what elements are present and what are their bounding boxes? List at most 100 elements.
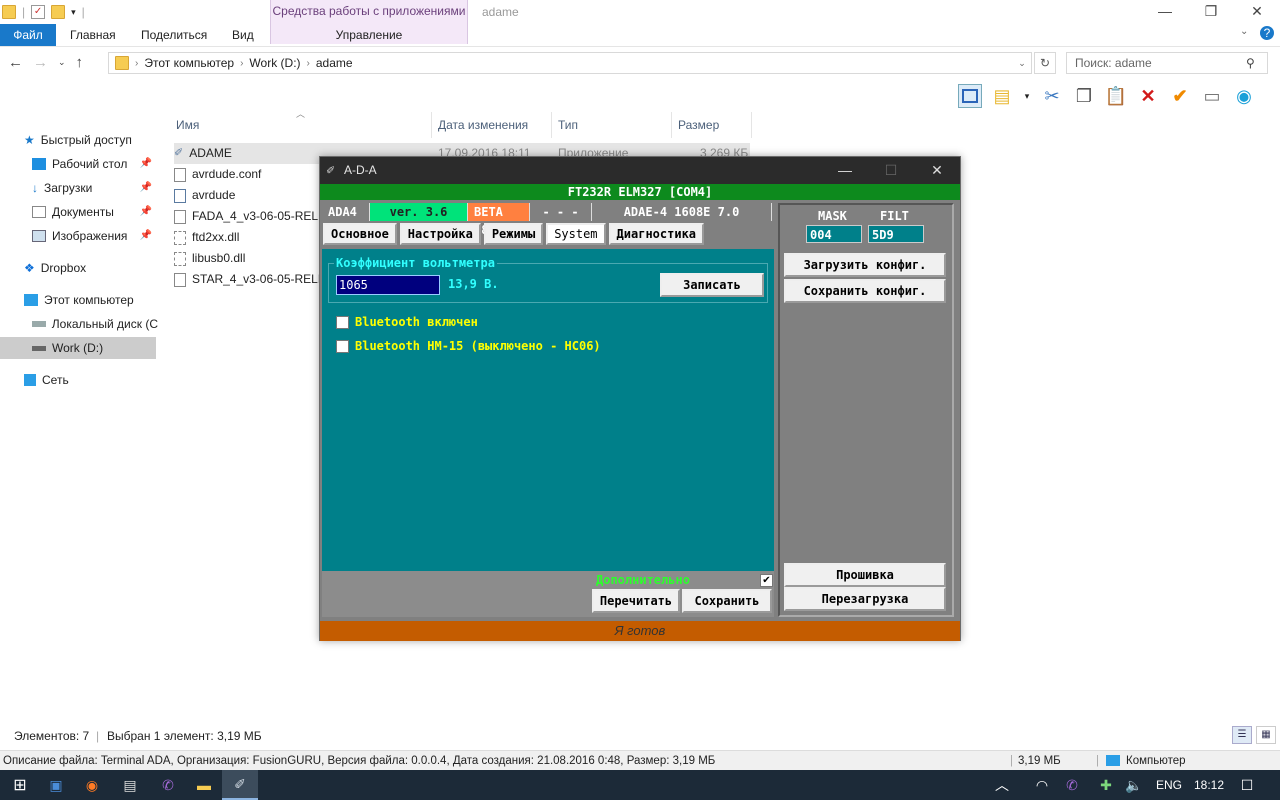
new-folder-icon[interactable] xyxy=(51,5,66,19)
checkbox-box[interactable] xyxy=(336,339,349,353)
viber-icon[interactable]: ✆ xyxy=(150,770,186,800)
delete-icon[interactable]: ✕ xyxy=(1136,84,1160,108)
tab-manage[interactable]: Управление xyxy=(271,28,467,42)
nav-item-desktop[interactable]: Рабочий стол 📌 xyxy=(32,153,158,175)
copy-icon[interactable]: ❐ xyxy=(1072,84,1096,108)
rename-icon[interactable]: ▭ xyxy=(1200,84,1224,108)
ribbon-expand-icon[interactable]: ⌄ xyxy=(1240,26,1248,37)
qat-dropdown-icon[interactable]: ▾ xyxy=(71,7,76,18)
details-view-icon[interactable]: ☰ xyxy=(1232,726,1252,744)
load-config-button[interactable]: Загрузить конфиг. xyxy=(784,253,946,277)
nav-item-local-disk[interactable]: Локальный диск (C xyxy=(32,313,158,335)
reboot-button[interactable]: Перезагрузка xyxy=(784,587,946,611)
nav-item-pictures[interactable]: Изображения 📌 xyxy=(32,225,158,247)
file-name: FADA_4_v3-06-05-RELE xyxy=(192,209,327,223)
tab-view[interactable]: Вид xyxy=(232,24,254,46)
address-dropdown-icon[interactable]: ⌄ xyxy=(1012,52,1032,74)
write-button[interactable]: Записать xyxy=(660,273,764,297)
tiles-view-icon[interactable]: ▦ xyxy=(1256,726,1276,744)
details-status-bar: Описание файла: Terminal ADA, Организаци… xyxy=(0,750,1280,770)
nav-item-downloads[interactable]: ↓ Загрузки 📌 xyxy=(32,177,158,199)
bluetooth-hm15-checkbox[interactable]: Bluetooth HM-15 (выключено - HC06) xyxy=(336,339,601,353)
save-button[interactable]: Сохранить xyxy=(682,589,772,613)
file-name: STAR_4_v3-06-05-RELE xyxy=(192,272,326,286)
tab-system[interactable]: System xyxy=(546,223,606,245)
tab-modes[interactable]: Режимы xyxy=(483,223,544,245)
flash-button[interactable]: Прошивка xyxy=(784,563,946,587)
tray-expand-icon[interactable]: ︿ xyxy=(990,770,1014,800)
up-arrow-icon[interactable]: ↑ xyxy=(76,54,84,71)
ada-maximize-button[interactable]: ☐ xyxy=(868,157,914,184)
forward-arrow-icon[interactable]: → xyxy=(33,54,48,71)
paste-icon[interactable]: 📋 xyxy=(1104,84,1128,108)
volume-icon[interactable]: 🔈 xyxy=(1122,770,1146,800)
nav-item-documents[interactable]: Документы 📌 xyxy=(32,201,158,223)
checkmark-icon[interactable]: ✔ xyxy=(1168,84,1192,108)
nav-item-this-pc[interactable]: Этот компьютер xyxy=(24,289,158,311)
nav-item-dropbox[interactable]: ❖ Dropbox xyxy=(24,257,158,279)
close-button[interactable]: ✕ xyxy=(1234,0,1280,22)
voltage-reading: 13,9 В. xyxy=(448,277,499,291)
tab-settings[interactable]: Настройка xyxy=(399,223,481,245)
clock[interactable]: 18:12 xyxy=(1194,778,1224,792)
checkbox-box[interactable] xyxy=(336,315,349,329)
nav-item-work-drive[interactable]: Work (D:) xyxy=(0,337,156,359)
context-tab-group[interactable]: Средства работы с приложениями Управлени… xyxy=(270,0,468,44)
search-input[interactable]: Поиск: adame xyxy=(1066,52,1268,74)
options-dropdown-icon[interactable]: ▾ xyxy=(1022,84,1032,108)
language-indicator[interactable]: ENG xyxy=(1156,778,1182,792)
breadcrumb-folder[interactable]: adame xyxy=(316,56,353,70)
tab-home[interactable]: Главная xyxy=(70,24,116,46)
back-arrow-icon[interactable]: ← xyxy=(8,54,23,71)
tray-app-icon[interactable]: ✚ xyxy=(1094,770,1118,800)
viber-tray-icon[interactable]: ✆ xyxy=(1060,770,1084,800)
taskbar: ⊞ ▣ ◉ ▤ ✆ ▬ ✐ ︿ ◠ ✆ ✚ 🔈 ENG 18:12 ☐ xyxy=(0,770,1280,800)
breadcrumb-drive[interactable]: Work (D:) xyxy=(249,56,300,70)
folder-options-icon[interactable]: ▤ xyxy=(990,84,1014,108)
mask-value[interactable]: 004 xyxy=(806,225,862,243)
store-icon[interactable]: ▤ xyxy=(112,770,148,800)
file-description: Описание файла: Terminal ADA, Организаци… xyxy=(3,755,716,767)
globe-icon[interactable]: ◉ xyxy=(1232,84,1256,108)
wifi-icon[interactable]: ◠ xyxy=(1030,770,1054,800)
notifications-icon[interactable]: ☐ xyxy=(1232,770,1262,800)
minimize-button[interactable]: — xyxy=(1142,0,1188,22)
search-icon[interactable]: ⚲ xyxy=(1246,56,1255,70)
tab-share[interactable]: Поделиться xyxy=(141,24,207,46)
address-bar[interactable]: › Этот компьютер › Work (D:) › adame xyxy=(108,52,1032,74)
start-icon[interactable]: ⊞ xyxy=(2,770,38,800)
file-explorer-icon[interactable]: ▬ xyxy=(186,770,222,800)
tab-diagnostics[interactable]: Диагностика xyxy=(608,223,705,245)
column-date[interactable]: Дата изменения xyxy=(432,112,552,138)
filt-value[interactable]: 5D9 xyxy=(868,225,924,243)
recent-dropdown-icon[interactable]: ⌄ xyxy=(58,57,66,68)
save-app-icon[interactable]: ▣ xyxy=(38,770,74,800)
breadcrumb-this-pc[interactable]: Этот компьютер xyxy=(144,56,234,70)
ada-app-icon[interactable]: ✐ xyxy=(222,770,258,800)
extra-checkbox[interactable]: ✔ xyxy=(760,574,773,587)
properties-icon[interactable]: ✓ xyxy=(31,5,46,19)
extra-label: Дополнительно xyxy=(596,573,690,587)
drive-icon xyxy=(32,321,46,327)
nav-item-network[interactable]: Сеть xyxy=(24,369,158,391)
column-size[interactable]: Размер xyxy=(672,112,752,138)
ada-minimize-button[interactable]: — xyxy=(822,157,868,184)
bluetooth-enabled-checkbox[interactable]: Bluetooth включен xyxy=(336,315,478,329)
file-name: libusb0.dll xyxy=(192,251,246,265)
preview-pane-icon[interactable] xyxy=(958,84,982,108)
refresh-icon[interactable]: ↻ xyxy=(1034,52,1056,74)
folder-icon[interactable] xyxy=(2,5,16,19)
tab-main[interactable]: Основное xyxy=(323,223,397,245)
voltmeter-coefficient-input[interactable]: 1065 xyxy=(336,275,440,295)
cut-icon[interactable]: ✂ xyxy=(1040,84,1064,108)
save-config-button[interactable]: Сохранить конфиг. xyxy=(784,279,946,303)
tab-file[interactable]: Файл xyxy=(0,24,56,46)
maximize-button[interactable]: ❐ xyxy=(1188,0,1234,22)
ada-close-button[interactable]: ✕ xyxy=(914,157,960,184)
nav-item-quick-access[interactable]: ★ Быстрый доступ xyxy=(24,129,158,151)
help-icon[interactable]: ? xyxy=(1260,26,1274,40)
nav-item-label: Изображения xyxy=(52,229,128,243)
firefox-icon[interactable]: ◉ xyxy=(74,770,110,800)
reread-button[interactable]: Перечитать xyxy=(592,589,680,613)
column-type[interactable]: Тип xyxy=(552,112,672,138)
